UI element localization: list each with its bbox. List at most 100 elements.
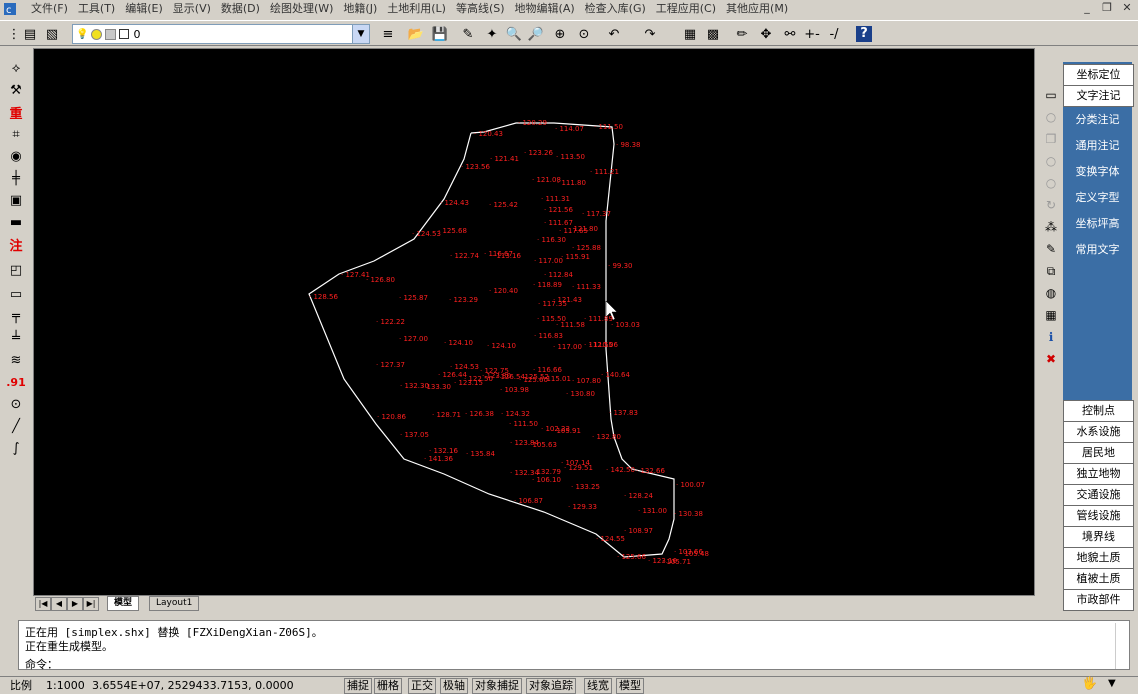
zoom-realtime-icon[interactable]: 🔍 [504, 24, 524, 44]
next-tab-icon[interactable]: ▶ [67, 597, 83, 611]
command-scrollbar[interactable] [1115, 623, 1127, 669]
pencil-icon[interactable]: ✎ [458, 24, 478, 44]
globe-icon[interactable]: ◍ [1042, 284, 1060, 302]
calculator-icon[interactable]: ▩ [703, 24, 723, 44]
button-general-note[interactable]: 通用注记 [1063, 136, 1132, 156]
app-icon[interactable]: c [0, 0, 20, 18]
elevation-icon[interactable]: .91 [6, 372, 26, 392]
toggle-otrack[interactable]: 对象追踪 [526, 678, 576, 694]
brush-icon[interactable]: ⚒ [6, 80, 26, 100]
button-control-point[interactable]: 控制点 [1063, 400, 1134, 422]
tab-layout1[interactable]: Layout1 [149, 596, 200, 611]
button-residential[interactable]: 居民地 [1063, 442, 1134, 464]
button-define-style[interactable]: 定义字型 [1063, 188, 1132, 208]
zoom-icon[interactable]: ○ [1042, 174, 1060, 192]
button-category-note[interactable]: 分类注记 [1063, 110, 1132, 130]
pen-icon[interactable]: ✎ [1042, 240, 1060, 258]
layer-select[interactable]: 💡 0 ▼ [72, 24, 370, 44]
button-transport[interactable]: 交通设施 [1063, 484, 1134, 506]
layer-state-icon[interactable]: ▧ [42, 24, 62, 44]
zoom-window-icon[interactable]: 🔎 [526, 24, 546, 44]
menu-cadastre[interactable]: 地籍(J) [340, 0, 384, 18]
menu-edit[interactable]: 编辑(E) [122, 0, 170, 18]
curve-icon[interactable]: ∫ [6, 438, 26, 458]
menu-draw[interactable]: 绘图处理(W) [267, 0, 340, 18]
node-icon[interactable]: ⌗ [6, 124, 26, 144]
polygon-icon[interactable]: ◰ [6, 260, 26, 280]
layers-icon[interactable]: ▤ [20, 24, 40, 44]
button-water-facility[interactable]: 水系设施 [1063, 421, 1134, 443]
minimize-icon[interactable]: _ [1080, 1, 1094, 15]
button-vegetation[interactable]: 植被土质 [1063, 568, 1134, 590]
camera-icon[interactable]: ◉ [6, 146, 26, 166]
toggle-ortho[interactable]: 正交 [408, 678, 436, 694]
button-text-note[interactable]: 文字注记 [1063, 85, 1134, 107]
menu-tools[interactable]: 工具(T) [75, 0, 122, 18]
drawing-canvas[interactable]: · 120.43 · 120.29 · 114.07 · 111.50 · 98.38 ·… [33, 48, 1035, 596]
command-window[interactable]: 正在用 [simplex.shx] 替换 [FZXiDengXian-Z06S]… [18, 620, 1130, 672]
menu-landuse[interactable]: 土地利用(L) [384, 0, 453, 18]
menu-check[interactable]: 检查入库(G) [582, 0, 653, 18]
menu-view[interactable]: 显示(V) [170, 0, 218, 18]
tab-model[interactable]: 模型 [107, 596, 140, 611]
toggle-snap[interactable]: 捕捉 [344, 678, 372, 694]
button-municipal[interactable]: 市政部件 [1063, 589, 1134, 611]
stack-icon[interactable]: ⧉ [1042, 262, 1060, 280]
rectangle-icon[interactable]: ▭ [6, 284, 26, 304]
ladder-icon[interactable]: ╪ [6, 168, 26, 188]
polyline-icon[interactable]: -/ [824, 24, 844, 44]
scale-value[interactable]: 1:1000 [46, 679, 85, 692]
menu-contour[interactable]: 等高线(S) [453, 0, 512, 18]
button-pipeline[interactable]: 管线设施 [1063, 505, 1134, 527]
open-icon[interactable]: 📂 [406, 24, 426, 44]
link-icon[interactable]: ⚯ [780, 24, 800, 44]
properties-icon[interactable]: ▦ [680, 24, 700, 44]
menu-file[interactable]: 文件(F) [28, 0, 75, 18]
toggle-model[interactable]: 模型 [616, 678, 644, 694]
annotate-icon[interactable]: 注 [6, 234, 26, 254]
button-change-font[interactable]: 变换字体 [1063, 162, 1132, 182]
match-icon[interactable]: ✦ [482, 24, 502, 44]
command-prompt[interactable]: 命令： [25, 656, 58, 672]
last-tab-icon[interactable]: ▶| [83, 597, 99, 611]
button-independent-feature[interactable]: 独立地物 [1063, 463, 1134, 485]
fence-icon[interactable]: ╤ [6, 306, 26, 326]
help-icon[interactable]: ? [854, 24, 874, 44]
move-icon[interactable]: ✥ [756, 24, 776, 44]
menu-data[interactable]: 数据(D) [218, 0, 267, 18]
edit-icon[interactable]: ✏ [732, 24, 752, 44]
button-coordinate-elevation[interactable]: 坐标坪高 [1063, 214, 1132, 234]
map-icon[interactable]: ▣ [6, 190, 26, 210]
zoom-in-icon[interactable]: ⊕ [550, 24, 570, 44]
circle-icon[interactable]: ⊙ [6, 394, 26, 414]
stairs-icon[interactable]: ≋ [6, 350, 26, 370]
button-landform[interactable]: 地貌土质 [1063, 547, 1134, 569]
info-icon[interactable]: ℹ [1042, 328, 1060, 346]
menu-other[interactable]: 其他应用(M) [723, 0, 795, 18]
chevron-down-icon[interactable]: ▼ [352, 25, 369, 43]
chevron-down-icon[interactable]: ▼ [1108, 677, 1116, 690]
magnifier-icon[interactable]: ○ [1042, 108, 1060, 126]
rotate-icon[interactable]: ↻ [1042, 196, 1060, 214]
menu-engineering[interactable]: 工程应用(C) [653, 0, 723, 18]
zoom-previous-icon[interactable]: ⊙ [574, 24, 594, 44]
tag-icon[interactable]: ⟡ [6, 58, 26, 78]
search-icon[interactable]: ○ [1042, 152, 1060, 170]
ruler-icon[interactable]: ▬ [6, 212, 26, 232]
redo-icon[interactable]: ↷ [640, 24, 660, 44]
nodes-icon[interactable]: ⁂ [1042, 218, 1060, 236]
toggle-osnap[interactable]: 对象捕捉 [472, 678, 522, 694]
close-icon[interactable]: ✕ [1120, 1, 1134, 15]
tray-icon[interactable]: 🖐 [1082, 677, 1097, 690]
button-common-text[interactable]: 常用文字 [1063, 240, 1132, 260]
prev-tab-icon[interactable]: ◀ [51, 597, 67, 611]
toggle-grid[interactable]: 栅格 [374, 678, 402, 694]
copy-icon[interactable]: ❐ [1042, 130, 1060, 148]
first-tab-icon[interactable]: |◀ [35, 597, 51, 611]
button-coordinate-locate[interactable]: 坐标定位 [1063, 64, 1134, 86]
rail-icon[interactable]: ╧ [6, 328, 26, 348]
line-weight-icon[interactable]: ≡ [378, 24, 398, 44]
delete-icon[interactable]: ✖ [1042, 350, 1060, 368]
monitor-icon[interactable]: ▭ [1042, 86, 1060, 104]
restore-icon[interactable]: ❐ [1100, 1, 1114, 15]
